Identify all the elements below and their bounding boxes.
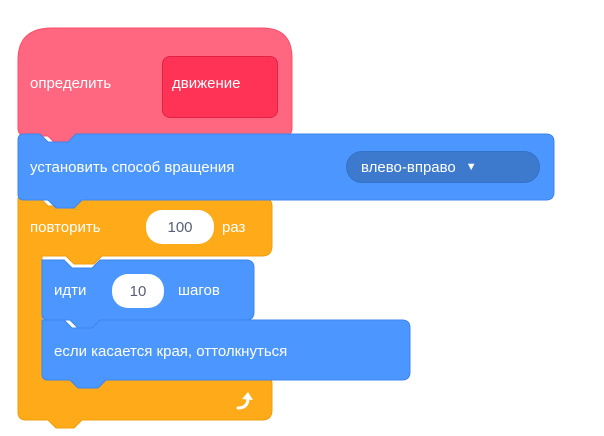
rotation-label: установить способ вращения xyxy=(30,159,235,176)
move-steps-input[interactable]: 10 xyxy=(112,274,164,308)
rotation-style-dropdown[interactable]: влево-вправо ▼ xyxy=(346,151,540,183)
dropdown-caret-icon: ▼ xyxy=(465,161,477,173)
scripts-area: определить движение установить способ вр… xyxy=(0,0,604,436)
custom-block-name: движение xyxy=(172,75,241,92)
repeat-count-value: 100 xyxy=(167,218,193,236)
move-label-before: идти xyxy=(54,282,87,299)
define-label: определить xyxy=(30,75,112,92)
block-shapes xyxy=(17,27,555,429)
repeat-label-before: повторить xyxy=(30,219,101,236)
move-steps-value: 10 xyxy=(129,282,147,300)
move-label-after: шагов xyxy=(178,282,220,299)
bounce-label: если касается края, оттолкнуться xyxy=(54,343,288,360)
rotation-style-value: влево-вправо xyxy=(361,158,456,176)
repeat-label-after: раз xyxy=(222,219,246,236)
repeat-count-input[interactable]: 100 xyxy=(146,210,214,244)
